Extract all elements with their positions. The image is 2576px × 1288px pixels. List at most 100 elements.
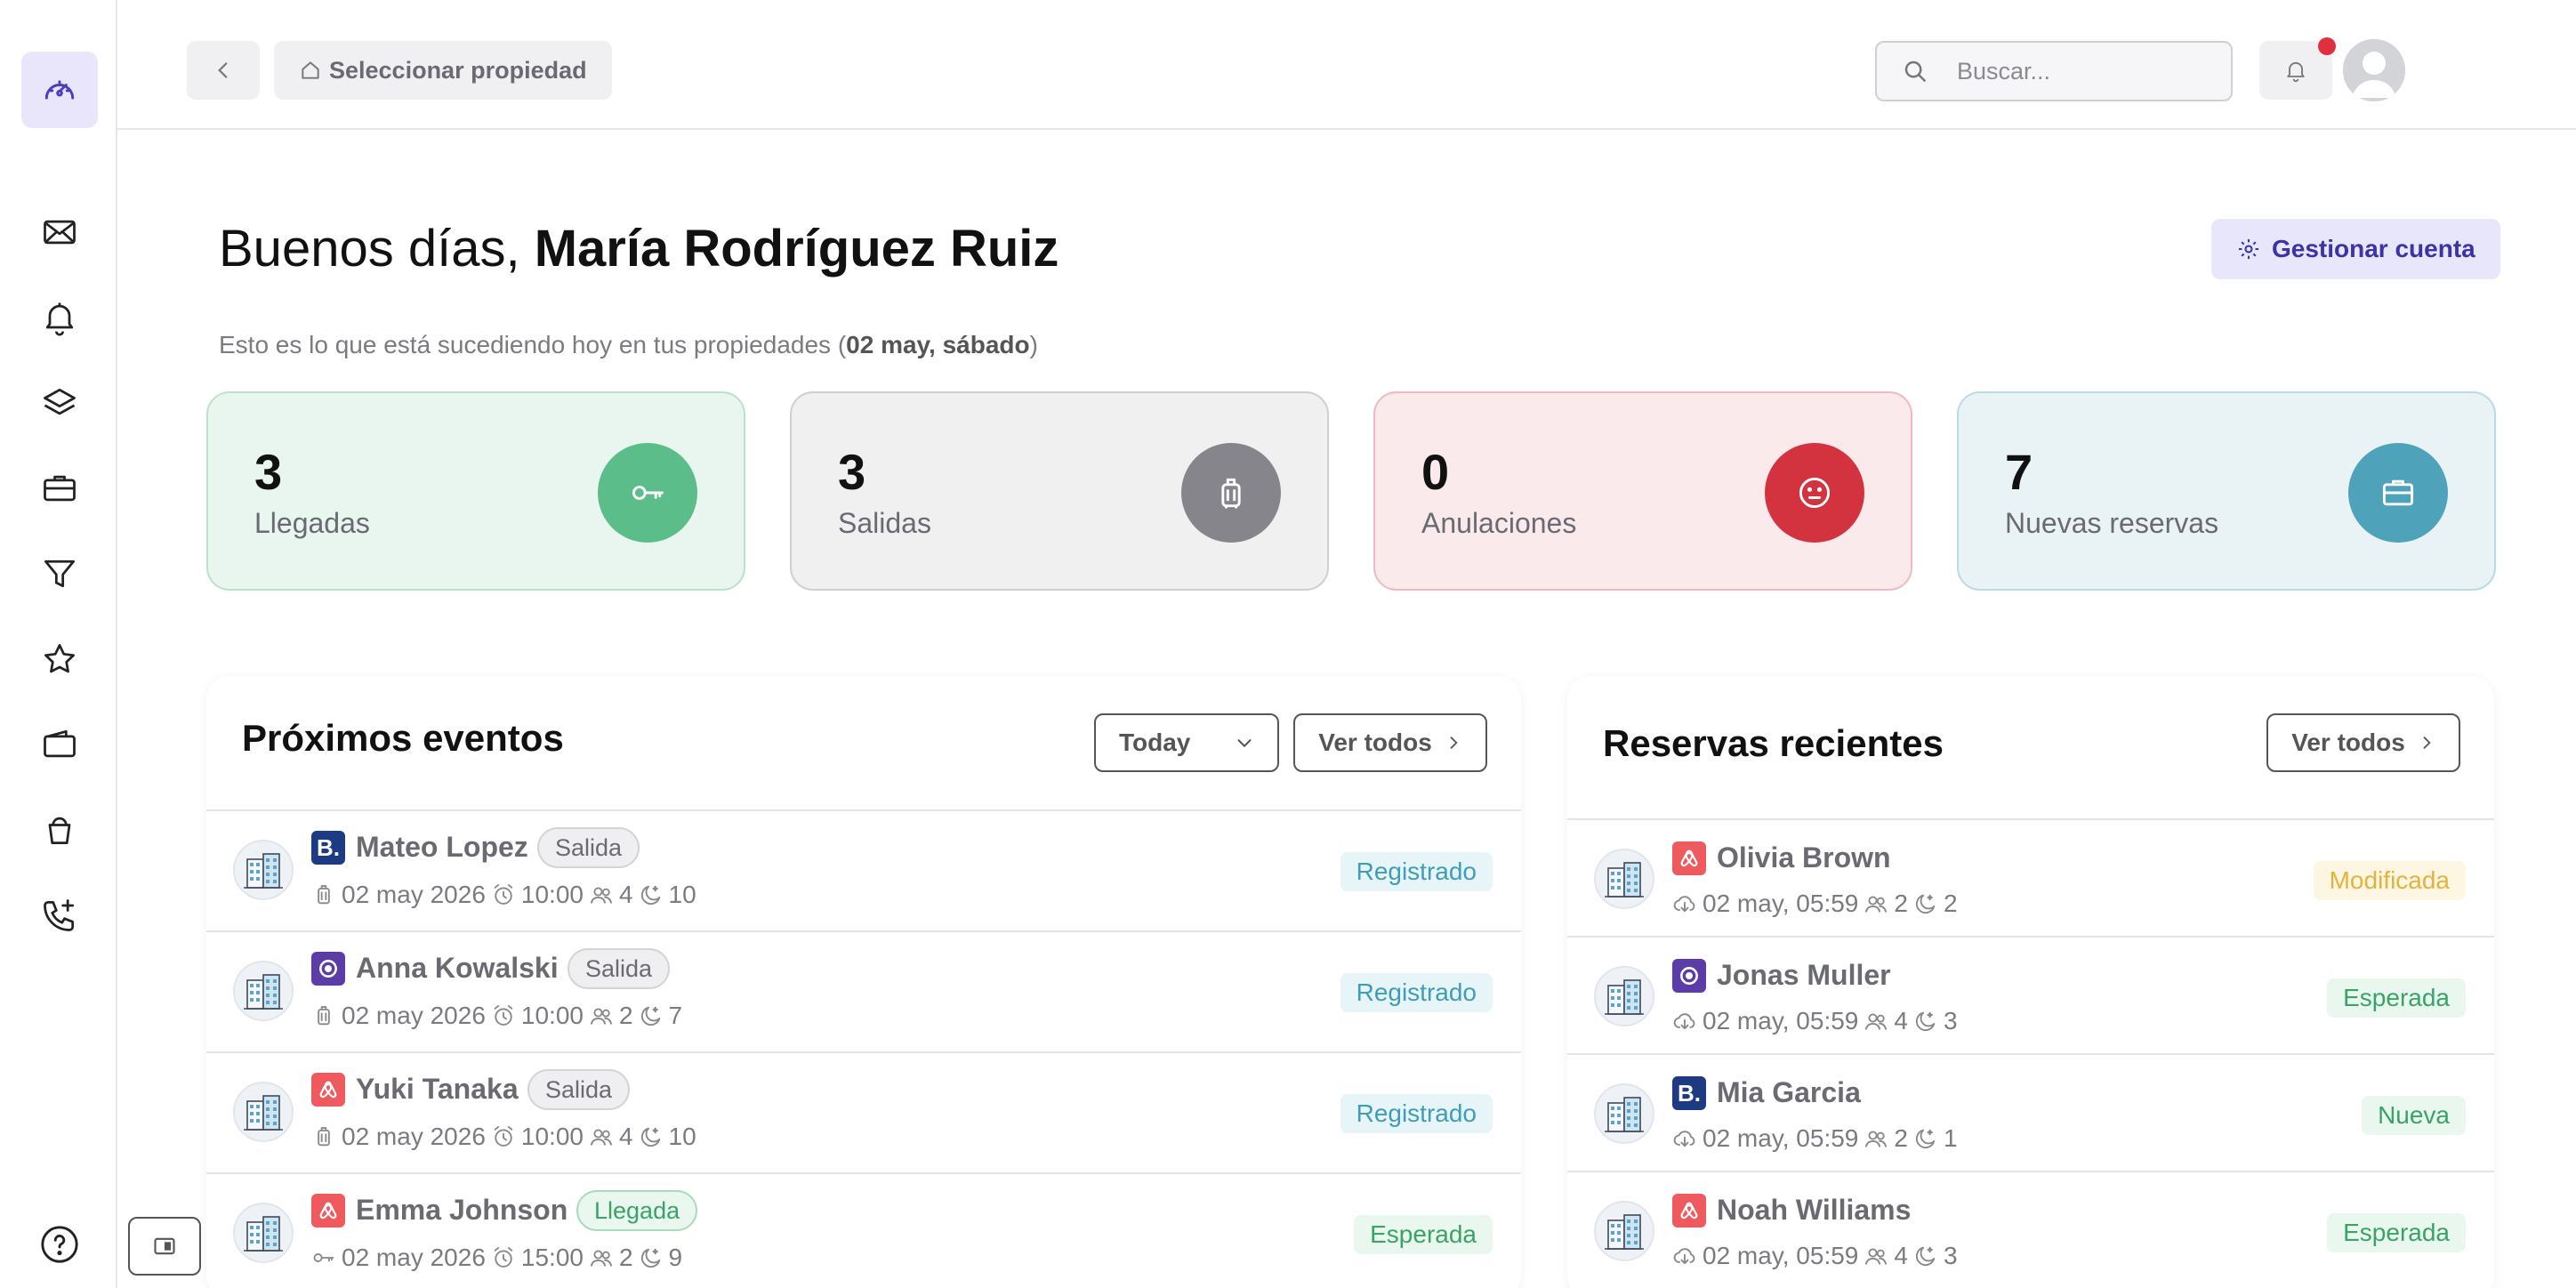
- property-thumbnail: [233, 1203, 294, 1263]
- vrbo-logo-icon: [319, 960, 337, 978]
- app-root: Seleccionar propiedad Buenos días, María…: [0, 0, 2576, 1288]
- event-type-tag: Llegada: [576, 1190, 698, 1231]
- booking-date: 02 may, 05:59: [1703, 1124, 1859, 1152]
- panel-title: Reservas recientes: [1603, 722, 1944, 764]
- guest-count: 2: [618, 1002, 633, 1029]
- sidebar-toggle-icon: [154, 1237, 175, 1255]
- chevron-right-icon: [1450, 737, 1458, 749]
- booking-date: 02 may, 05:59: [1703, 1007, 1859, 1034]
- wallet-icon: [44, 729, 76, 758]
- search-icon: [1904, 60, 1926, 82]
- booking-row[interactable]: Jonas Muller 02 may, 05:59 4 3 Esperada: [1567, 936, 2494, 1053]
- guests-icon: [590, 1008, 612, 1025]
- guest-name: Mia Garcia: [1717, 1076, 1861, 1108]
- sidebar-item-properties[interactable]: [21, 365, 98, 441]
- airbnb-logo-icon: [1680, 849, 1698, 867]
- stat-card-departures[interactable]: 3 Salidas: [790, 391, 1329, 591]
- user-avatar-icon: [2343, 39, 2405, 101]
- guests-icon: [590, 1129, 612, 1146]
- sidebar-item-calls[interactable]: [21, 877, 98, 954]
- stat-card-arrivals[interactable]: 3 Llegadas: [206, 391, 745, 591]
- booking-row[interactable]: B. Mia Garcia 02 may, 05:59 2 1 Nueva: [1567, 1053, 2494, 1171]
- stat-value: 3: [254, 444, 283, 500]
- night-count: 2: [1943, 890, 1958, 917]
- status-badge: Modificada: [2313, 861, 2466, 900]
- sidebar-item-messages[interactable]: [21, 194, 98, 270]
- help-icon[interactable]: [39, 1224, 80, 1265]
- alarm-clock-icon: [494, 1246, 513, 1268]
- night-count: 7: [668, 1002, 683, 1029]
- booking-meta: 02 may, 05:59 2 1: [1672, 1124, 1958, 1153]
- booking-row[interactable]: Olivia Brown 02 may, 05:59 2 2 Modificada: [1567, 818, 2494, 936]
- airbnb-logo-icon: [1680, 1202, 1698, 1220]
- subtitle-prefix: Esto es lo que está sucediendo hoy en tu…: [219, 331, 847, 358]
- channel-badge: [311, 1073, 345, 1107]
- search-input[interactable]: [1957, 57, 2224, 85]
- home-icon: [302, 61, 319, 79]
- view-all-label: Ver todos: [2291, 729, 2405, 756]
- moon-icon: [640, 1006, 660, 1026]
- sidebar-item-wallet[interactable]: [21, 706, 98, 783]
- layers-icon: [44, 388, 76, 415]
- funnel-icon: [44, 559, 75, 588]
- star-icon: [44, 644, 75, 673]
- select-property-button[interactable]: Seleccionar propiedad: [274, 41, 612, 100]
- event-date: 02 may 2026: [342, 1123, 486, 1150]
- sidebar-item-filters[interactable]: [21, 535, 98, 612]
- toggle-panel-button[interactable]: [128, 1217, 201, 1276]
- bucket-icon: [48, 817, 71, 845]
- back-button[interactable]: [187, 41, 260, 100]
- property-thumbnail: [233, 840, 294, 900]
- event-type-tag: Salida: [537, 827, 640, 868]
- channel-badge: B.: [311, 831, 345, 865]
- event-row[interactable]: B. Mateo Lopez Salida 02 may 2026 10:00 4 10 Re…: [206, 809, 1521, 930]
- gear-icon: [2238, 238, 2259, 260]
- manage-account-button[interactable]: Gestionar cuenta: [2211, 219, 2500, 279]
- booking-row[interactable]: Noah Williams 02 may, 05:59 4 3 Esperada: [1567, 1171, 2494, 1288]
- property-thumbnail: [233, 961, 294, 1021]
- stat-card-new-bookings[interactable]: 7 Nuevas reservas: [1957, 391, 2496, 591]
- stat-icon-circle: [598, 443, 697, 543]
- building-icon: [244, 974, 283, 1010]
- event-row[interactable]: Anna Kowalski Salida 02 may 2026 10:00 2 7 Reg…: [206, 930, 1521, 1051]
- booking-date: 02 may, 05:59: [1703, 1242, 1859, 1269]
- user-name: María Rodríguez Ruiz: [534, 220, 1059, 278]
- period-filter-select[interactable]: Today: [1094, 713, 1279, 772]
- panel-title: Próximos eventos: [242, 717, 564, 759]
- stat-value: 7: [2005, 444, 2033, 500]
- briefcase-icon: [2382, 479, 2414, 506]
- chevron-down-icon: [1237, 739, 1252, 748]
- events-view-all-button[interactable]: Ver todos: [1293, 713, 1487, 772]
- channel-badge: B.: [1672, 1076, 1706, 1110]
- bookings-view-all-button[interactable]: Ver todos: [2266, 713, 2460, 772]
- period-filter-value: Today: [1119, 729, 1191, 756]
- sidebar-item-notifications[interactable]: [21, 279, 98, 356]
- sidebar-item-reservations[interactable]: [21, 450, 98, 527]
- channel-badge: [1672, 841, 1706, 875]
- search-box[interactable]: [1875, 41, 2233, 101]
- airbnb-logo-icon: [319, 1202, 337, 1220]
- chevron-left-icon: [218, 62, 228, 78]
- moon-icon: [640, 1248, 660, 1268]
- booking-meta: 02 may, 05:59 4 3: [1672, 1242, 1958, 1270]
- event-row[interactable]: Emma Johnson Llegada 02 may 2026 15:00 2 9 Esp…: [206, 1172, 1521, 1288]
- sidebar-item-cleaning[interactable]: [21, 792, 98, 868]
- channel-badge: [311, 1194, 345, 1228]
- event-meta: 02 may 2026 10:00 2 7: [311, 1002, 682, 1030]
- guests-icon: [1865, 896, 1888, 913]
- status-badge: Nueva: [2362, 1096, 2466, 1135]
- stat-value: 3: [838, 444, 866, 500]
- sidebar-item-reviews[interactable]: [21, 621, 98, 697]
- sidebar-item-dashboard[interactable]: [21, 52, 98, 128]
- building-icon: [1605, 862, 1644, 898]
- briefcase-icon: [44, 475, 76, 502]
- event-row[interactable]: Yuki Tanaka Salida 02 may 2026 10:00 4 10 Regi…: [206, 1051, 1521, 1172]
- stat-card-cancellations[interactable]: 0 Anulaciones: [1373, 391, 1912, 591]
- stat-icon-circle: [1181, 443, 1281, 543]
- guest-name: Anna Kowalski: [356, 952, 559, 984]
- cloud-download-icon: [1673, 896, 1695, 913]
- avatar[interactable]: [2343, 39, 2405, 101]
- page-title: Buenos días, María Rodríguez Ruiz: [219, 219, 1059, 278]
- booking-date: 02 may, 05:59: [1703, 890, 1859, 917]
- status-badge: Registrado: [1340, 852, 1493, 891]
